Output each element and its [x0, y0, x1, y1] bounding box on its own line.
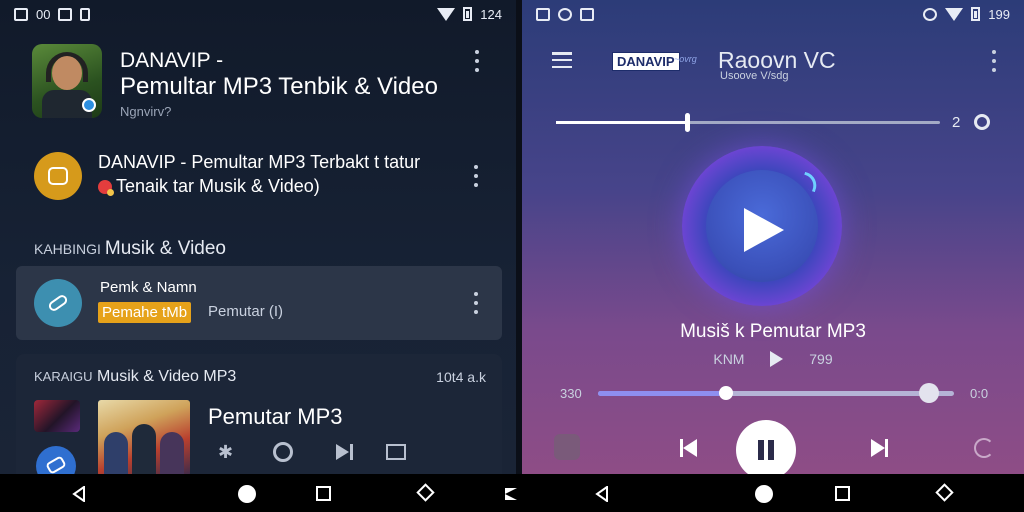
card-count: 10t4 a.k — [436, 369, 486, 385]
music-note-icon — [34, 279, 82, 327]
song-meta-left: KNM — [713, 351, 745, 367]
seek-end-knob[interactable] — [919, 383, 940, 403]
track-tag: Pemahe tMb — [98, 302, 192, 323]
status-battery-left: 124 — [480, 6, 502, 22]
volume-slider[interactable] — [556, 113, 940, 132]
selected-track-card[interactable]: Pemk & Namn Pemahe tMb Pemutar (I) — [16, 266, 502, 340]
section-header: KAHBINGI Musik & Video — [34, 238, 226, 260]
menu-icon[interactable] — [552, 52, 572, 68]
status-battery-right: 199 — [988, 6, 1010, 22]
seek-knob[interactable] — [719, 386, 734, 400]
back-icon[interactable] — [595, 486, 609, 502]
battery-icon — [463, 7, 473, 21]
avatar-face — [52, 56, 82, 90]
sim-icon — [80, 7, 91, 21]
settings-icon[interactable] — [974, 114, 990, 130]
list-item-subtitle: Tenaik tar Musik & Video) — [98, 176, 320, 197]
skip-previous-icon[interactable] — [680, 438, 700, 458]
track-title: Pemk & Namn — [100, 279, 197, 296]
song-title: Musiš k Pemutar MP3 — [680, 321, 866, 342]
shuffle-icon[interactable]: ✱ — [218, 442, 233, 463]
repeat-icon[interactable] — [974, 438, 994, 458]
shuffle-icon[interactable] — [554, 434, 580, 460]
status-bar-right: 199 — [522, 0, 1024, 28]
elapsed-time: 330 — [560, 386, 582, 401]
track-more-icon[interactable] — [471, 292, 481, 314]
sim-icon — [580, 7, 594, 21]
brand-tagline: ~ovrg — [674, 54, 697, 64]
skip-next-icon[interactable] — [868, 438, 888, 458]
list-item-title[interactable]: DANAVIP - Pemultar MP3 Terbakt t tatur — [98, 152, 420, 173]
wifi-icon — [437, 7, 456, 21]
play-icon[interactable] — [744, 208, 784, 252]
section-prefix: KAHBINGI — [34, 241, 101, 257]
repeat-icon[interactable] — [273, 442, 293, 462]
mini-play-icon[interactable] — [770, 351, 784, 367]
header-more-icon[interactable] — [472, 50, 482, 72]
seek-fill — [598, 391, 727, 396]
total-time: 0:0 — [970, 386, 989, 401]
photo-icon — [14, 7, 28, 21]
app-icon — [34, 152, 82, 200]
section-title: Musik & Video — [104, 238, 227, 259]
disc-visual[interactable] — [682, 146, 842, 306]
home-icon[interactable] — [755, 485, 773, 503]
verified-badge-icon — [82, 98, 96, 112]
list-item-more-icon[interactable] — [471, 165, 481, 187]
brand-logo: DANAVIP — [612, 52, 680, 71]
photo-icon — [536, 7, 550, 21]
library-pane: 00 124 DANAVIP - Pemultar MP3 Tenbik & V… — [0, 0, 516, 474]
card-heading-text: Musik & Video MP3 — [96, 368, 237, 385]
player-subtitle: Usoove V/sdg — [720, 70, 789, 82]
wifi-icon — [945, 7, 964, 21]
now-playing-card[interactable]: KARAIGU Musik & Video MP3 10t4 a.k Pemut… — [16, 354, 502, 474]
player-more-icon[interactable] — [989, 50, 999, 72]
recents-icon[interactable] — [835, 486, 850, 501]
back-icon[interactable] — [72, 486, 86, 502]
header-caption: Ngnvirv? — [120, 104, 172, 119]
pause-button[interactable] — [736, 420, 796, 474]
channel-avatar[interactable] — [32, 44, 102, 118]
status-time-left: 00 — [36, 6, 51, 22]
alarm-icon — [923, 7, 938, 21]
volume-fill — [556, 121, 687, 124]
cast-icon[interactable] — [505, 488, 517, 500]
app-shortcut-icon[interactable] — [36, 446, 76, 474]
song-meta-right: 799 — [809, 351, 833, 367]
notification-icon — [558, 7, 572, 21]
header-subtitle: Pemultar MP3 Tenbik & Video — [120, 73, 438, 100]
track-meta: Pemutar (I) — [208, 303, 284, 320]
volume-knob[interactable] — [684, 113, 690, 132]
home-icon[interactable] — [238, 485, 256, 503]
badge-icon — [98, 179, 114, 196]
queue-icon[interactable] — [386, 444, 406, 460]
seek-bar[interactable] — [598, 383, 954, 403]
status-bar-left: 00 124 — [0, 0, 516, 28]
recents-icon[interactable] — [316, 486, 331, 501]
song-meta: KNM 799 — [522, 351, 1024, 367]
skip-next-icon[interactable] — [336, 444, 354, 465]
album-art[interactable] — [98, 400, 190, 474]
notification-icon — [58, 7, 73, 21]
volume-value: 2 — [952, 114, 961, 131]
card-heading: KARAIGU Musik & Video MP3 — [34, 368, 236, 386]
battery-icon — [971, 7, 981, 21]
list-item-subtitle-text: Tenaik tar Musik & Video) — [116, 176, 320, 196]
card-heading-prefix: KARAIGU — [34, 369, 93, 384]
header-title: DANAVIP - — [120, 49, 224, 72]
thumbnail-image[interactable] — [34, 400, 80, 432]
card-track-title: Pemutar MP3 — [208, 404, 343, 429]
player-pane: 199 DANAVIP ~ovrg Raoovn VC Usoove V/sdg… — [522, 0, 1024, 474]
